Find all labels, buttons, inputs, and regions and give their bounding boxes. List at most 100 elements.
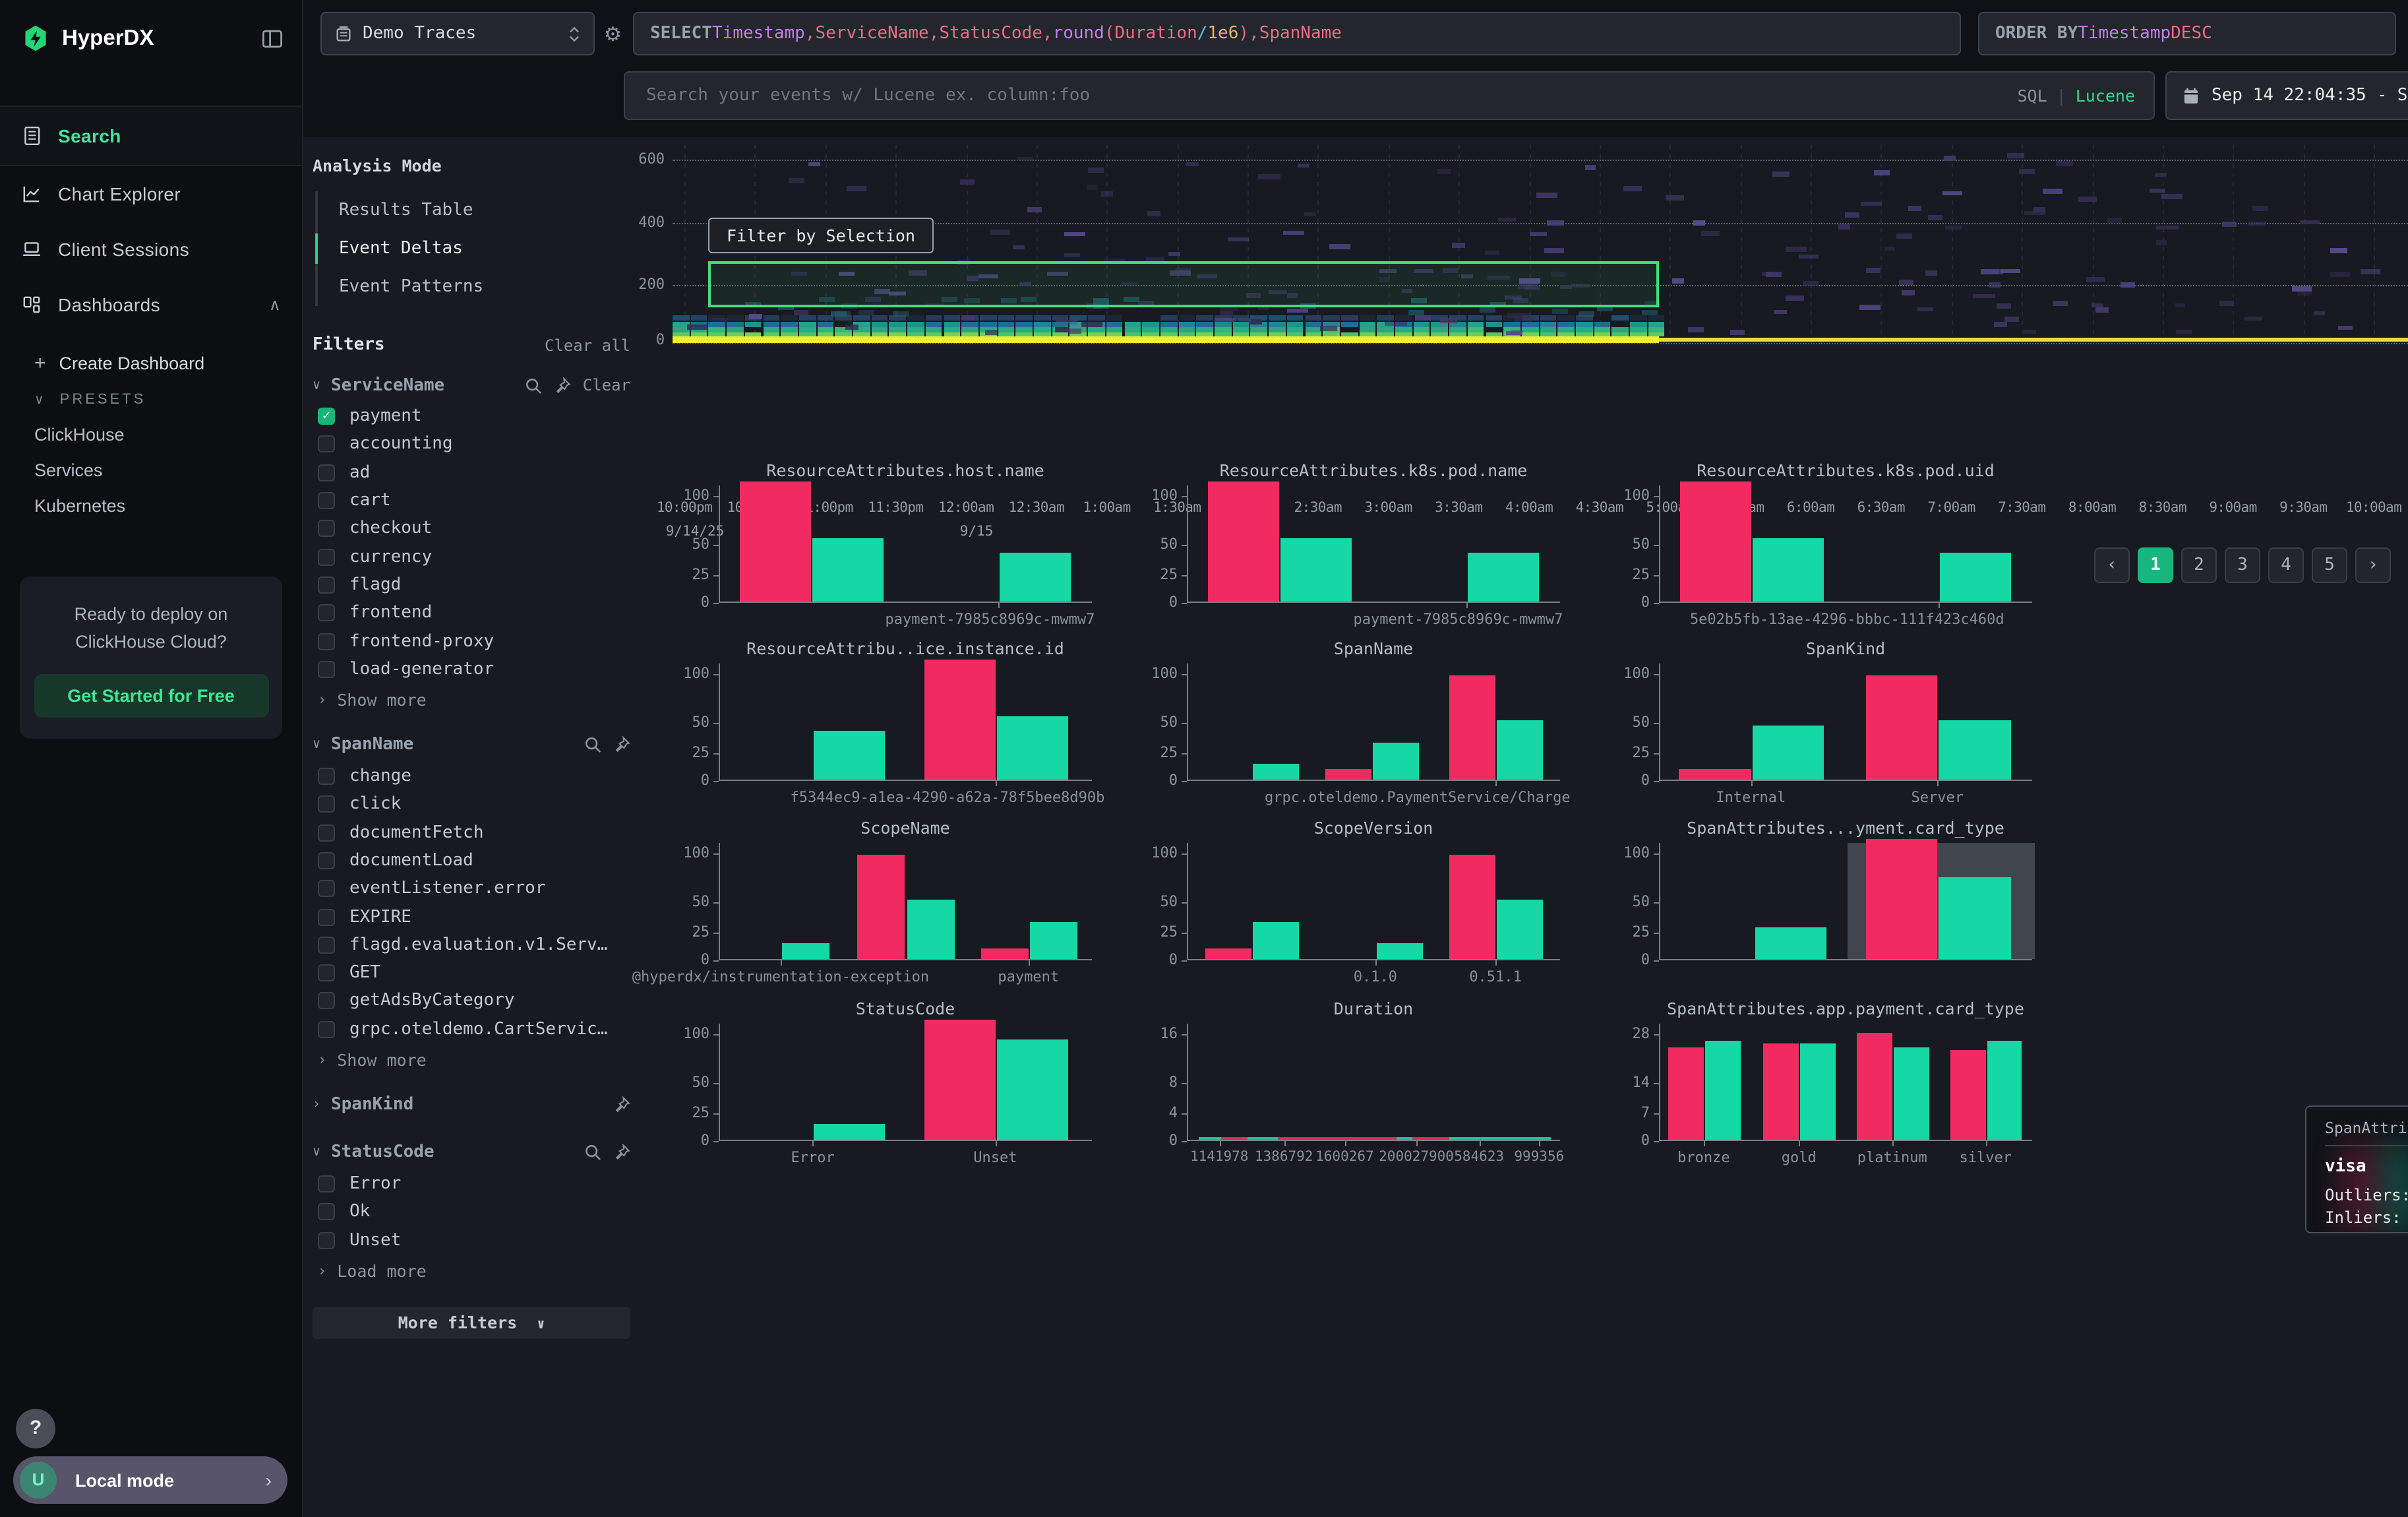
filter-section-header-spankind[interactable]: ›SpanKind xyxy=(313,1088,630,1123)
heatmap-selection[interactable] xyxy=(708,261,1659,307)
bar-inliers[interactable] xyxy=(1497,720,1543,780)
filter-option-frontend-proxy[interactable]: frontend-proxy xyxy=(313,627,630,656)
checkbox[interactable] xyxy=(318,548,335,565)
collapse-sidebar-icon[interactable] xyxy=(261,27,284,49)
filter-option-accounting[interactable]: accounting xyxy=(313,431,630,459)
checkbox[interactable] xyxy=(318,633,335,650)
bar-outliers[interactable] xyxy=(1325,768,1371,780)
bar-outliers[interactable] xyxy=(740,481,811,602)
sidebar-preset-clickhouse[interactable]: ClickHouse xyxy=(34,417,302,452)
bar-outliers[interactable] xyxy=(924,660,995,780)
filter-option-change[interactable]: change xyxy=(313,762,630,791)
sidebar-item-chart-explorer[interactable]: Chart Explorer xyxy=(0,166,302,222)
bar-inliers[interactable] xyxy=(1373,743,1419,780)
chart-plot-scopeversion[interactable] xyxy=(1187,843,1560,960)
bar-inliers[interactable] xyxy=(1280,539,1352,602)
checkbox[interactable] xyxy=(318,852,335,869)
chart-plot-scopename[interactable] xyxy=(719,843,1092,960)
bar-inliers[interactable] xyxy=(1753,539,1824,602)
filter-option-flagd-evaluation-v1-serv-[interactable]: flagd.evaluation.v1.Serv… xyxy=(313,931,630,960)
sql-select-input[interactable]: SELECT Timestamp, ServiceName, StatusCod… xyxy=(633,12,1961,55)
checkbox[interactable] xyxy=(318,520,335,538)
bar-inliers[interactable] xyxy=(996,717,1068,780)
bar-inliers[interactable] xyxy=(999,553,1070,602)
analysis-mode-event-deltas[interactable]: Event Deltas xyxy=(318,230,630,268)
chart-plot-spanname[interactable] xyxy=(1187,664,1560,781)
bar-outliers[interactable] xyxy=(1865,839,1937,959)
bar-inliers[interactable] xyxy=(812,539,884,602)
load-more-link[interactable]: ›Load more xyxy=(313,1257,630,1286)
bar-outliers[interactable] xyxy=(924,1020,995,1140)
bar-inliers[interactable] xyxy=(1939,877,2010,959)
clear-filter-button[interactable]: Clear xyxy=(583,376,630,394)
filter-option-frontend[interactable]: frontend xyxy=(313,599,630,627)
sidebar-item-search[interactable]: Search xyxy=(0,106,302,166)
checkbox[interactable] xyxy=(318,1204,335,1221)
chart-plot-resourceattributes-k8s-pod-uid[interactable] xyxy=(1659,485,2032,603)
bar-inliers[interactable] xyxy=(1939,720,2010,780)
checkbox[interactable] xyxy=(318,576,335,594)
filter-section-header-statuscode[interactable]: ∨StatusCode xyxy=(313,1136,630,1170)
filter-option-ad[interactable]: ad xyxy=(313,458,630,487)
show-more-link[interactable]: ›Show more xyxy=(313,686,630,715)
checkbox[interactable] xyxy=(318,436,335,453)
checkbox[interactable] xyxy=(318,1021,335,1038)
search-icon[interactable] xyxy=(584,1144,601,1161)
pin-icon[interactable] xyxy=(554,377,571,394)
bar-inliers[interactable] xyxy=(1939,553,2010,602)
filter-option-payment[interactable]: ✓payment xyxy=(313,402,630,431)
chart-plot-duration[interactable] xyxy=(1187,1024,1560,1141)
search-input[interactable] xyxy=(644,84,2017,107)
filter-option-flagd[interactable]: flagd xyxy=(313,571,630,600)
analysis-mode-event-patterns[interactable]: Event Patterns xyxy=(318,268,630,306)
filter-by-selection-button[interactable]: Filter by Selection xyxy=(708,218,934,253)
checkbox[interactable] xyxy=(318,464,335,481)
bar-inliers[interactable] xyxy=(1894,1047,1929,1140)
filter-option-currency[interactable]: currency xyxy=(313,543,630,571)
chart-plot-spankind[interactable] xyxy=(1659,664,2032,781)
bar-inliers[interactable] xyxy=(1752,726,1824,780)
analysis-mode-results-table[interactable]: Results Table xyxy=(318,191,630,230)
gear-icon[interactable]: ⚙ xyxy=(604,22,622,46)
checkbox[interactable] xyxy=(318,993,335,1010)
sql-mode-option[interactable]: SQL xyxy=(2017,86,2047,106)
bar-outliers[interactable] xyxy=(1679,768,1751,780)
checkbox[interactable] xyxy=(318,492,335,509)
bar-outliers[interactable] xyxy=(1449,855,1495,959)
bar-inliers[interactable] xyxy=(814,1124,886,1140)
filter-option-cart[interactable]: cart xyxy=(313,487,630,515)
checkbox[interactable] xyxy=(318,796,335,813)
bar-inliers[interactable] xyxy=(1030,923,1077,959)
sidebar-item-dashboards[interactable]: Dashboards ∧ xyxy=(0,277,302,332)
source-select[interactable]: Demo Traces xyxy=(320,12,595,55)
bar-outliers[interactable] xyxy=(981,948,1029,959)
presets-toggle[interactable]: ∨ PRESETS xyxy=(34,383,302,417)
checkbox[interactable] xyxy=(318,964,335,981)
filter-option-documentfetch[interactable]: documentFetch xyxy=(313,819,630,847)
filter-option-checkout[interactable]: checkout xyxy=(313,514,630,543)
filter-option-error[interactable]: Error xyxy=(313,1170,630,1198)
help-button[interactable]: ? xyxy=(16,1409,55,1448)
bar-outliers[interactable] xyxy=(858,855,905,959)
bar-inliers[interactable] xyxy=(1497,899,1543,959)
chart-plot-resourceattributes-k8s-pod-name[interactable] xyxy=(1187,485,1560,603)
filter-option-expire[interactable]: EXPIRE xyxy=(313,903,630,931)
filter-option-getadsbycategory[interactable]: getAdsByCategory xyxy=(313,987,630,1016)
bar-inliers[interactable] xyxy=(1800,1043,1835,1140)
sidebar-item-client-sessions[interactable]: Client Sessions xyxy=(0,222,302,277)
bar-inliers[interactable] xyxy=(814,731,886,780)
get-started-button[interactable]: Get Started for Free xyxy=(34,674,268,718)
bar-outliers[interactable] xyxy=(1668,1047,1703,1140)
bar-inliers[interactable] xyxy=(1377,943,1423,959)
checkbox[interactable] xyxy=(318,908,335,925)
filter-option-documentload[interactable]: documentLoad xyxy=(313,847,630,875)
checkbox[interactable] xyxy=(318,661,335,678)
create-dashboard-button[interactable]: + Create Dashboard xyxy=(34,343,302,383)
local-mode-menu[interactable]: U Local mode › xyxy=(13,1456,287,1504)
filter-option-get[interactable]: GET xyxy=(313,959,630,987)
bar-inliers[interactable] xyxy=(1467,553,1538,602)
bar-outliers[interactable] xyxy=(1764,1043,1799,1140)
chevron-up-icon[interactable]: ∧ xyxy=(269,295,281,314)
checkbox[interactable] xyxy=(318,824,335,841)
filter-option-load-generator[interactable]: load-generator xyxy=(313,655,630,683)
